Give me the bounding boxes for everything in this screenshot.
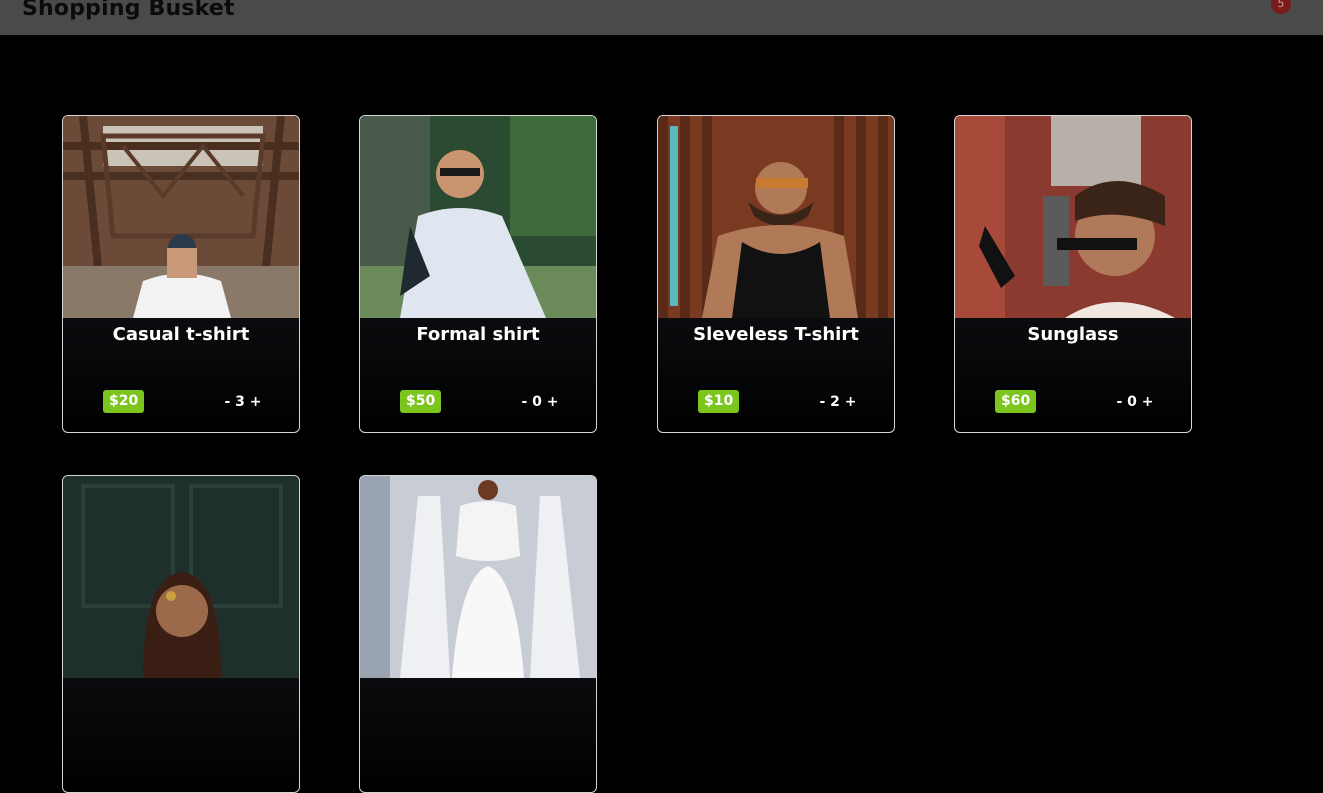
price-badge: $50 <box>400 390 442 413</box>
quantity-value: 2 <box>830 394 840 410</box>
product-name: Formal shirt <box>416 324 540 345</box>
decrement-button[interactable]: - <box>819 394 825 410</box>
product-card: Sunglass $60 - 0 + <box>954 115 1192 433</box>
product-image <box>63 476 299 678</box>
product-card: Casual t-shirt $20 - 3 + <box>62 115 300 433</box>
cart-count-badge[interactable]: 5 <box>1271 0 1291 14</box>
price-badge: $60 <box>995 390 1037 413</box>
price-badge: $10 <box>698 390 740 413</box>
increment-button[interactable]: + <box>250 394 262 410</box>
product-card <box>62 475 300 793</box>
product-image <box>360 476 596 678</box>
top-navbar: Shopping Busket 5 <box>0 0 1323 35</box>
product-name: Sunglass <box>1027 324 1119 345</box>
product-name: Sleveless T-shirt <box>693 324 859 345</box>
quantity-value: 3 <box>235 394 245 410</box>
quantity-stepper: - 2 + <box>808 394 868 410</box>
quantity-value: 0 <box>532 394 542 410</box>
decrement-button[interactable]: - <box>1116 394 1122 410</box>
quantity-stepper: - 0 + <box>510 394 570 410</box>
quantity-value: 0 <box>1127 394 1137 410</box>
product-image <box>955 116 1191 318</box>
product-card <box>359 475 597 793</box>
app-title[interactable]: Shopping Busket <box>22 0 235 21</box>
decrement-button[interactable]: - <box>224 394 230 410</box>
decrement-button[interactable]: - <box>521 394 527 410</box>
product-card: Sleveless T-shirt $10 - 2 + <box>657 115 895 433</box>
product-card: Formal shirt $50 - 0 + <box>359 115 597 433</box>
increment-button[interactable]: + <box>845 394 857 410</box>
increment-button[interactable]: + <box>1142 394 1154 410</box>
product-image <box>63 116 299 318</box>
price-badge: $20 <box>103 390 145 413</box>
product-name: Casual t-shirt <box>112 324 250 345</box>
increment-button[interactable]: + <box>547 394 559 410</box>
quantity-stepper: - 0 + <box>1105 394 1165 410</box>
product-image <box>360 116 596 318</box>
product-image <box>658 116 894 318</box>
quantity-stepper: - 3 + <box>213 394 273 410</box>
